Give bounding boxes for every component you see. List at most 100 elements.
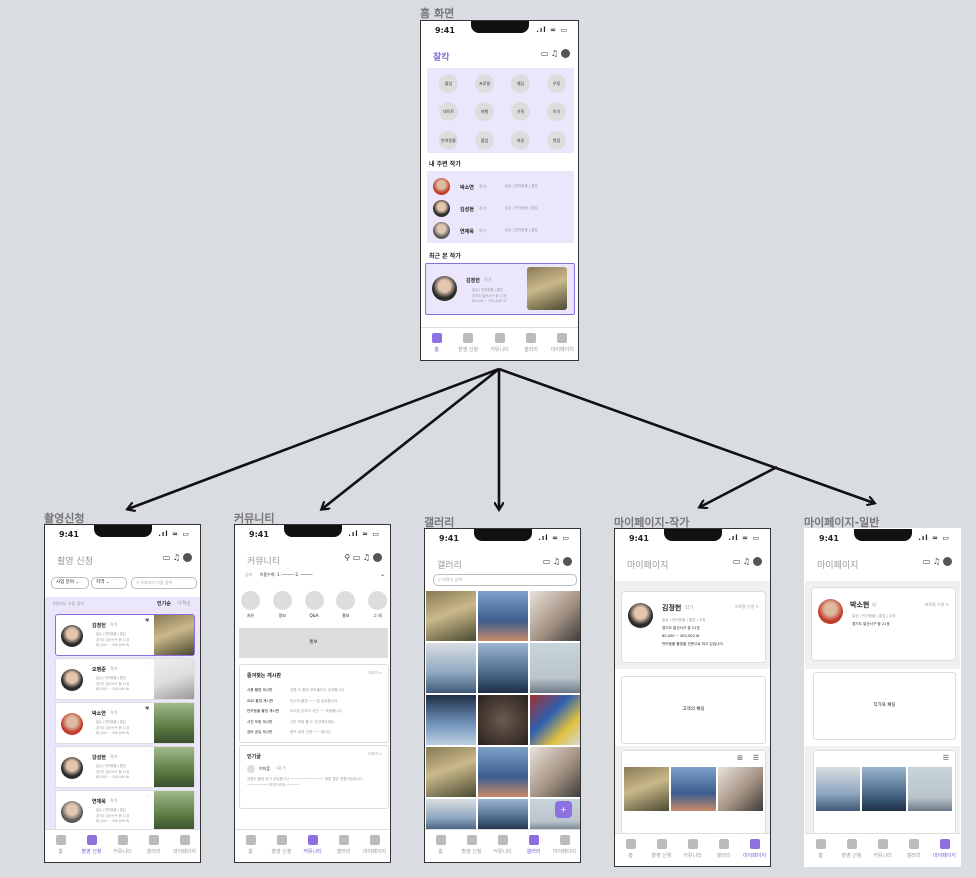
recent-card[interactable]: 김정헌 작가 일상 | 반려동물 | 졸업 경기도 일산서구 중 21호 80,…: [425, 263, 575, 315]
promo-banner[interactable]: 홍보: [239, 628, 388, 658]
bell-icon[interactable]: ♫: [933, 557, 940, 566]
menu-icon[interactable]: ☰: [943, 754, 949, 762]
list-item[interactable]: 사진 보정 게시판 사진 보정 툴 도 추천해주세요: [247, 717, 344, 728]
tab-community[interactable]: 커뮤니티: [867, 834, 898, 866]
search-input[interactable]: ⚲ 지역이 검색: [433, 574, 577, 586]
edit-profile-button[interactable]: 프로필 수정 ✎: [925, 602, 949, 608]
tab-gallery[interactable]: 갤러리: [518, 830, 549, 862]
chat-icon[interactable]: ▭: [163, 553, 171, 562]
tab-gallery[interactable]: 갤러리: [328, 830, 359, 862]
tab-mypage[interactable]: 마이페이지: [549, 830, 580, 862]
gallery-photo[interactable]: [530, 591, 580, 641]
tab-booking[interactable]: 촬영 신청: [646, 834, 677, 866]
board-shortcut[interactable]: 자유: [241, 591, 260, 623]
gallery-photo[interactable]: [478, 799, 528, 831]
list-item[interactable]: 연재욱 작가 일상 | 반려동물 | 졸업: [433, 222, 568, 240]
category-button[interactable]: 데이트: [439, 102, 458, 122]
avatar[interactable]: [753, 557, 762, 566]
avatar[interactable]: [563, 557, 572, 566]
gallery-photo[interactable]: [478, 695, 528, 745]
bell-icon[interactable]: ♫: [553, 557, 560, 566]
avatar[interactable]: [561, 49, 570, 58]
notice-bar[interactable]: 공지 이용수칙: 1. ───── 2. ───── ⌄: [245, 571, 385, 582]
list-item[interactable]: 장비 공유 게시판 렌즈 대여 신청 ─── 합니다: [247, 727, 344, 738]
table-row[interactable]: 김정헌 작가 일상 | 반려동물 | 졸업 경기도 일산서구 중 21호 80,…: [55, 614, 195, 656]
tab-booking[interactable]: 촬영 신청: [266, 830, 297, 862]
gallery-photo[interactable]: [426, 591, 476, 641]
list-item[interactable]: 김성현 작가 일상 | 반려동물 | 졸업: [433, 200, 568, 218]
category-button[interactable]: 웨딩: [511, 74, 530, 93]
gallery-photo[interactable]: [530, 643, 580, 693]
category-button[interactable]: 아기: [547, 102, 566, 122]
tab-community[interactable]: 커뮤니티: [107, 830, 138, 862]
tab-mypage[interactable]: 마이페이지: [929, 834, 960, 866]
sort-popular[interactable]: 인기순: [157, 600, 171, 607]
tab-home[interactable]: 홈: [235, 830, 266, 862]
heart-icon[interactable]: ♡: [145, 662, 149, 668]
board-shortcut[interactable]: 홍보: [336, 591, 356, 623]
tab-mypage[interactable]: 마이페이지: [359, 830, 390, 862]
board-shortcut[interactable]: Q&A: [304, 591, 324, 623]
heart-icon[interactable]: ♡: [145, 750, 149, 756]
gallery-photo[interactable]: [478, 643, 528, 693]
table-row[interactable]: 오평준 작가 일상 | 반려동물 | 졸업 경기도 일산서구 중 21호 80,…: [55, 658, 195, 700]
chat-icon[interactable]: ▭: [543, 557, 551, 566]
tab-home[interactable]: 홈: [805, 834, 836, 866]
bell-icon[interactable]: ♫: [363, 553, 370, 562]
gallery-photo[interactable]: [816, 767, 860, 811]
gallery-photo[interactable]: [862, 767, 906, 811]
category-button[interactable]: 졸업: [475, 130, 494, 150]
tab-home[interactable]: 홈: [615, 834, 646, 866]
gallery-photo[interactable]: [624, 767, 669, 811]
tab-booking[interactable]: 촬영 신청: [456, 830, 487, 862]
chat-section-button[interactable]: 고객의 채팅: [621, 676, 766, 744]
post-preview[interactable]: 강원도 촬영 후기 공유합니다 ──────────────── 정말 좋은 경…: [247, 776, 375, 788]
avatar[interactable]: [943, 557, 952, 566]
tab-community[interactable]: 커뮤니티: [677, 834, 708, 866]
tab-home[interactable]: 홈: [421, 328, 452, 360]
heart-icon[interactable]: ♥: [145, 618, 149, 624]
chat-icon[interactable]: ▭: [541, 49, 549, 58]
list-item[interactable]: SNS 촬영 게시판 인스타 촬영 ─── 팁 공유합니다: [247, 696, 344, 707]
gallery-photo[interactable]: [671, 767, 716, 811]
category-button[interactable]: 가족: [511, 102, 530, 122]
upload-button[interactable]: +: [555, 801, 572, 818]
category-button[interactable]: 프로필: [475, 74, 494, 93]
tab-home[interactable]: 홈: [425, 830, 456, 862]
chat-icon[interactable]: ▭: [923, 557, 931, 566]
list-item[interactable]: 반려동물 촬영 게시판 우리집 강아지 사진 ── 자랑합니다: [247, 706, 344, 717]
edit-profile-button[interactable]: 프로필 수정 ✎: [735, 604, 759, 610]
list-item[interactable]: 사용 촬영 게시판 공원 도 촬영 포트폴리오 공개합니다: [247, 685, 344, 696]
tab-gallery[interactable]: 갤러리: [515, 328, 546, 360]
bell-icon[interactable]: ♫: [173, 553, 180, 562]
add-icon[interactable]: ⊞: [737, 754, 743, 762]
category-button[interactable]: 우정: [547, 74, 566, 93]
avatar[interactable]: [183, 553, 192, 562]
category-button[interactable]: 여권: [511, 130, 530, 150]
chat-section-button[interactable]: 작가와 채팅: [813, 672, 956, 740]
category-button[interactable]: 졸업: [439, 74, 458, 93]
tab-mypage[interactable]: 마이페이지: [547, 328, 578, 360]
table-row[interactable]: 연재욱 작가 일상 | 반려동물 | 졸업 경기도 일산서구 중 21호 80,…: [55, 790, 195, 832]
search-icon[interactable]: ⚲: [344, 553, 350, 562]
board-shortcut[interactable]: 정보: [272, 591, 292, 623]
tab-gallery[interactable]: 갤러리: [138, 830, 169, 862]
chat-icon[interactable]: ▭: [353, 553, 361, 562]
tab-home[interactable]: 홈: [45, 830, 76, 862]
gallery-photo[interactable]: [478, 747, 528, 797]
gallery-photo[interactable]: [426, 643, 476, 693]
table-row[interactable]: 박소연 작가 일상 | 반려동물 | 졸업 경기도 일산서구 중 21호 80,…: [55, 702, 195, 744]
more-link[interactable]: 더보기 >: [368, 671, 382, 676]
category-filter[interactable]: 사업 분야 ⌄: [51, 577, 89, 589]
heart-icon[interactable]: ♡: [145, 794, 149, 800]
tab-booking[interactable]: 촬영 신청: [76, 830, 107, 862]
gallery-photo[interactable]: [478, 591, 528, 641]
menu-icon[interactable]: ☰: [753, 754, 759, 762]
bell-icon[interactable]: ♫: [743, 557, 750, 566]
chat-icon[interactable]: ▭: [733, 557, 741, 566]
region-filter[interactable]: 지역 ⌄: [91, 577, 127, 589]
board-shortcut[interactable]: 그 외: [368, 591, 387, 623]
table-row[interactable]: 강성현 작가 일상 | 반려동물 | 졸업 경기도 일산서구 중 21호 80,…: [55, 746, 195, 788]
tab-community[interactable]: 커뮤니티: [297, 830, 328, 862]
gallery-photo[interactable]: [530, 695, 580, 745]
